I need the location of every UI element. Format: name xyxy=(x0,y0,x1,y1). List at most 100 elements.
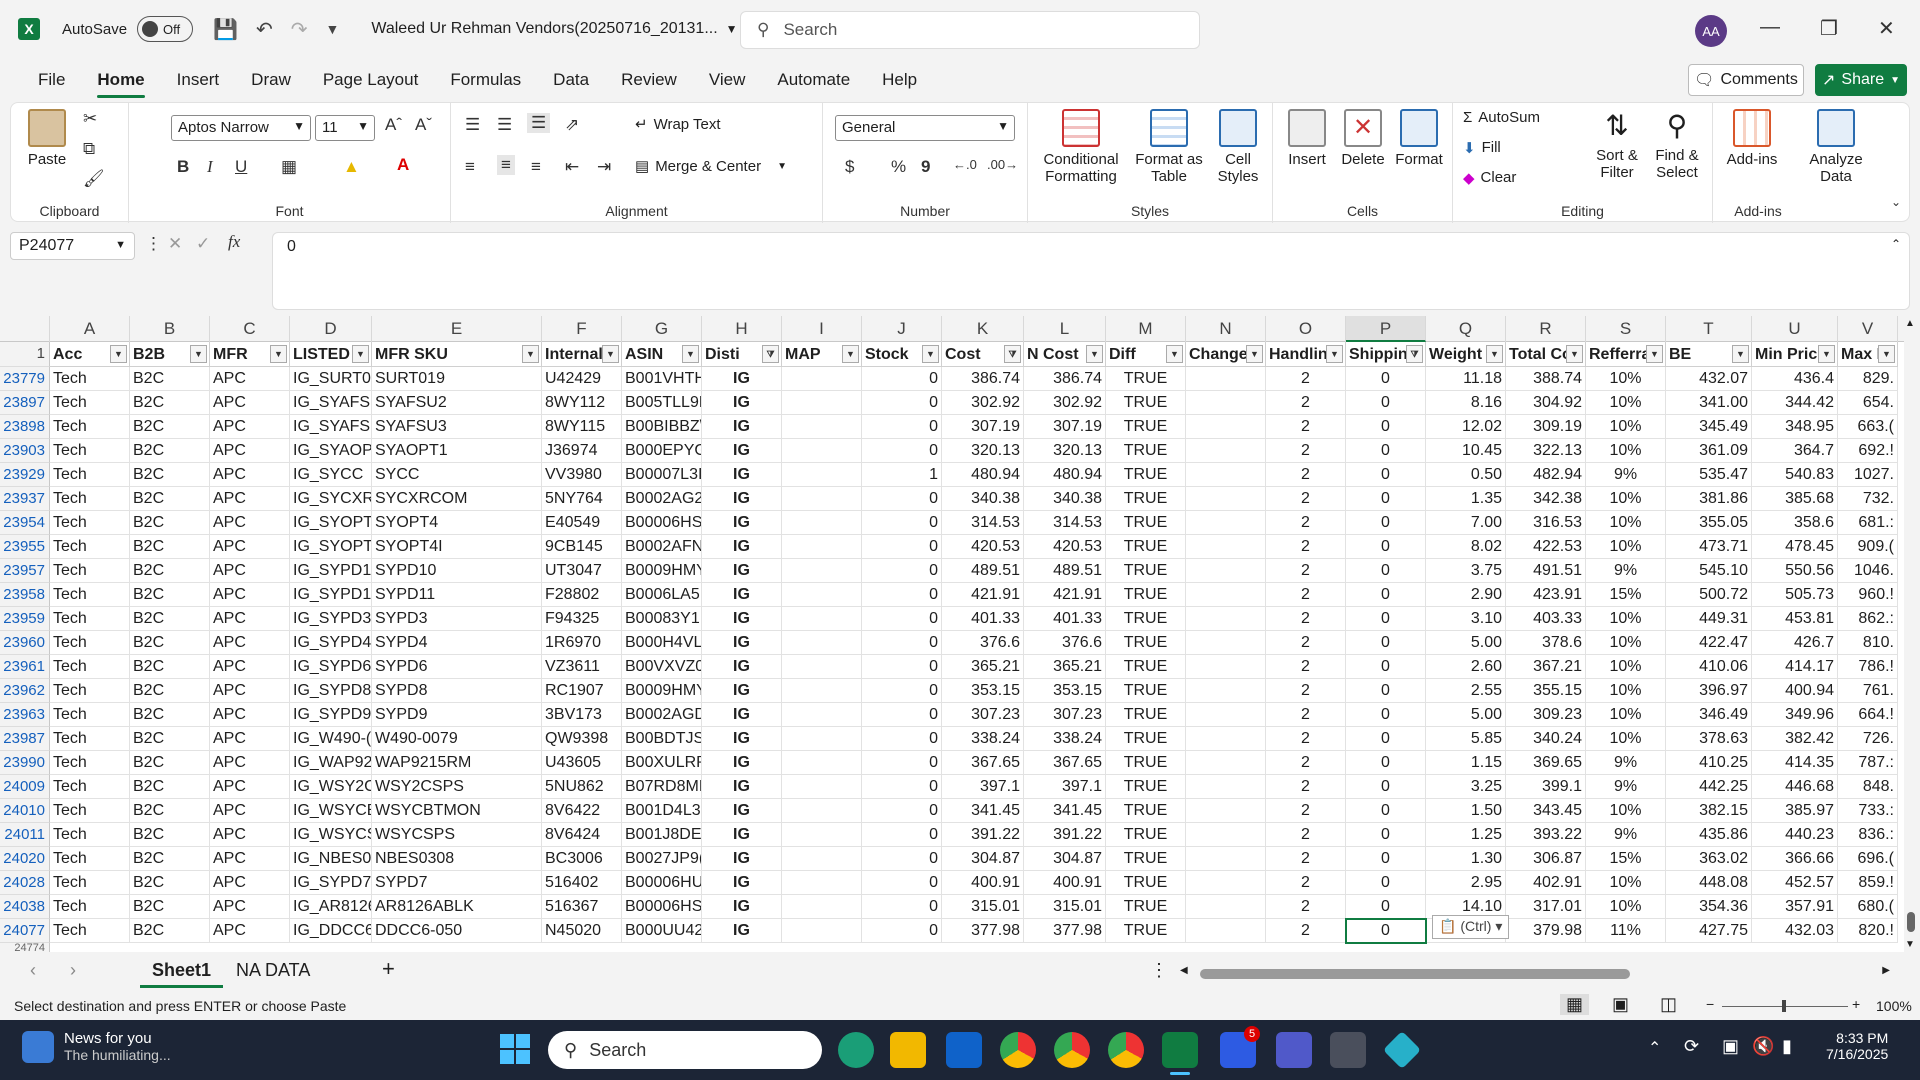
column-header-e[interactable]: E xyxy=(372,316,542,342)
table-cell[interactable]: 400.91 xyxy=(1024,871,1106,895)
table-cell[interactable]: B0009HMY xyxy=(622,679,702,703)
table-cell[interactable]: WSY2CSPS xyxy=(372,775,542,799)
filter-dropdown-icon[interactable]: ▼ xyxy=(352,345,369,363)
table-cell[interactable]: TRUE xyxy=(1106,511,1186,535)
table-cell[interactable]: 516402 xyxy=(542,871,622,895)
table-cell[interactable]: 0 xyxy=(1346,655,1426,679)
table-cell[interactable]: 836.: xyxy=(1838,823,1898,847)
table-cell[interactable]: 5.00 xyxy=(1426,703,1506,727)
table-cell[interactable] xyxy=(782,535,862,559)
table-cell[interactable]: 340.24 xyxy=(1506,727,1586,751)
table-cell[interactable]: B005TLL9E xyxy=(622,391,702,415)
align-top-icon[interactable]: ☰ xyxy=(465,115,480,135)
filter-active-icon[interactable]: ⧩ xyxy=(762,345,779,363)
table-cell[interactable]: 829. xyxy=(1838,367,1898,391)
table-cell[interactable]: 414.35 xyxy=(1752,751,1838,775)
table-cell[interactable]: B2C xyxy=(130,871,210,895)
table-cell[interactable]: 357.91 xyxy=(1752,895,1838,919)
decrease-decimal-icon[interactable]: .00→ xyxy=(987,157,1018,172)
fill-color-icon[interactable]: ▲ xyxy=(343,157,360,177)
table-header-cell[interactable]: MFR ▼ xyxy=(210,342,290,367)
table-header-cell[interactable]: Handlin ▼ xyxy=(1266,342,1346,367)
table-cell[interactable]: 309.19 xyxy=(1506,415,1586,439)
table-cell[interactable]: 317.01 xyxy=(1506,895,1586,919)
table-cell[interactable] xyxy=(782,487,862,511)
row-header[interactable]: 23963 xyxy=(0,703,50,727)
table-cell[interactable]: 306.87 xyxy=(1506,847,1586,871)
table-cell[interactable]: B00006HS xyxy=(622,511,702,535)
table-cell[interactable]: 482.94 xyxy=(1506,463,1586,487)
chrome-app-icon[interactable] xyxy=(1000,1032,1036,1068)
table-cell[interactable]: Tech xyxy=(50,463,130,487)
table-header-cell[interactable]: Min Pric ▼ xyxy=(1752,342,1838,367)
filter-dropdown-icon[interactable]: ▼ xyxy=(270,345,287,363)
table-cell[interactable] xyxy=(782,367,862,391)
table-cell[interactable]: 1046. xyxy=(1838,559,1898,583)
table-cell[interactable]: Tech xyxy=(50,367,130,391)
name-box[interactable]: P24077 ▼ xyxy=(10,232,135,260)
table-cell[interactable]: SYOPT4I xyxy=(372,535,542,559)
comma-style-button[interactable]: 9 xyxy=(921,157,930,177)
table-header-cell[interactable]: N Cost ▼ xyxy=(1024,342,1106,367)
table-cell[interactable]: B00BDTJS: xyxy=(622,727,702,751)
table-cell[interactable]: B001J8DE: xyxy=(622,823,702,847)
table-cell[interactable]: B00083Y1I xyxy=(622,607,702,631)
table-cell[interactable]: 2 xyxy=(1266,919,1346,943)
table-cell[interactable]: IG xyxy=(702,703,782,727)
column-header-m[interactable]: M xyxy=(1106,316,1186,342)
table-cell[interactable]: Tech xyxy=(50,559,130,583)
table-cell[interactable]: 2 xyxy=(1266,871,1346,895)
table-cell[interactable]: 3.75 xyxy=(1426,559,1506,583)
comments-button[interactable]: 🗨 Comments xyxy=(1688,64,1804,96)
table-cell[interactable]: 1R6970 xyxy=(542,631,622,655)
table-cell[interactable]: 692.! xyxy=(1838,439,1898,463)
table-cell[interactable]: 1.15 xyxy=(1426,751,1506,775)
table-cell[interactable]: 309.23 xyxy=(1506,703,1586,727)
horizontal-scrollbar[interactable]: ◀ ▶ xyxy=(1180,965,1890,979)
table-cell[interactable]: IG xyxy=(702,391,782,415)
table-cell[interactable]: IG_SYOPT4 xyxy=(290,535,372,559)
filter-dropdown-icon[interactable]: ▼ xyxy=(1486,345,1503,363)
table-cell[interactable]: Tech xyxy=(50,847,130,871)
table-cell[interactable]: B0002AGD xyxy=(622,703,702,727)
sheet-tab-na-data[interactable]: NA DATA xyxy=(224,954,322,988)
column-header-d[interactable]: D xyxy=(290,316,372,342)
table-cell[interactable]: 315.01 xyxy=(942,895,1024,919)
table-cell[interactable] xyxy=(1186,895,1266,919)
share-button[interactable]: ↗ Share ▼ xyxy=(1815,64,1907,96)
table-cell[interactable]: B2C xyxy=(130,751,210,775)
filter-dropdown-icon[interactable]: ▼ xyxy=(1166,345,1183,363)
table-cell[interactable]: 2 xyxy=(1266,679,1346,703)
table-cell[interactable] xyxy=(1186,463,1266,487)
table-header-cell[interactable]: Stock ▼ xyxy=(862,342,942,367)
table-cell[interactable]: 2 xyxy=(1266,703,1346,727)
table-cell[interactable]: IG xyxy=(702,895,782,919)
table-cell[interactable] xyxy=(1186,751,1266,775)
table-cell[interactable]: 0 xyxy=(862,823,942,847)
font-size-select[interactable]: 11 ▼ xyxy=(315,115,375,141)
table-cell[interactable]: WSYCBTMON xyxy=(372,799,542,823)
table-cell[interactable]: IG xyxy=(702,679,782,703)
table-cell[interactable]: 0 xyxy=(1346,631,1426,655)
formula-input[interactable]: 0 ⌃ xyxy=(272,232,1910,310)
table-cell[interactable]: 341.45 xyxy=(942,799,1024,823)
analyze-data-button[interactable]: Analyze Data xyxy=(1801,109,1871,185)
table-cell[interactable]: IG_SURT01 xyxy=(290,367,372,391)
filter-dropdown-icon[interactable]: ▼ xyxy=(1246,345,1263,363)
table-cell[interactable]: 338.24 xyxy=(1024,727,1106,751)
table-cell[interactable]: Tech xyxy=(50,415,130,439)
table-cell[interactable]: B00VXVZ0I xyxy=(622,655,702,679)
table-header-cell[interactable]: Change ▼ xyxy=(1186,342,1266,367)
table-cell[interactable]: 403.33 xyxy=(1506,607,1586,631)
row-header[interactable]: 24020 xyxy=(0,847,50,871)
table-cell[interactable]: TRUE xyxy=(1106,463,1186,487)
table-cell[interactable]: TRUE xyxy=(1106,583,1186,607)
table-cell[interactable]: 396.97 xyxy=(1666,679,1752,703)
table-header-cell[interactable]: BE ▼ xyxy=(1666,342,1752,367)
filter-dropdown-icon[interactable]: ▼ xyxy=(1878,345,1895,363)
table-cell[interactable]: 363.02 xyxy=(1666,847,1752,871)
table-cell[interactable]: IG xyxy=(702,871,782,895)
table-cell[interactable]: 1.25 xyxy=(1426,823,1506,847)
table-cell[interactable]: 401.33 xyxy=(942,607,1024,631)
table-cell[interactable]: B2C xyxy=(130,799,210,823)
